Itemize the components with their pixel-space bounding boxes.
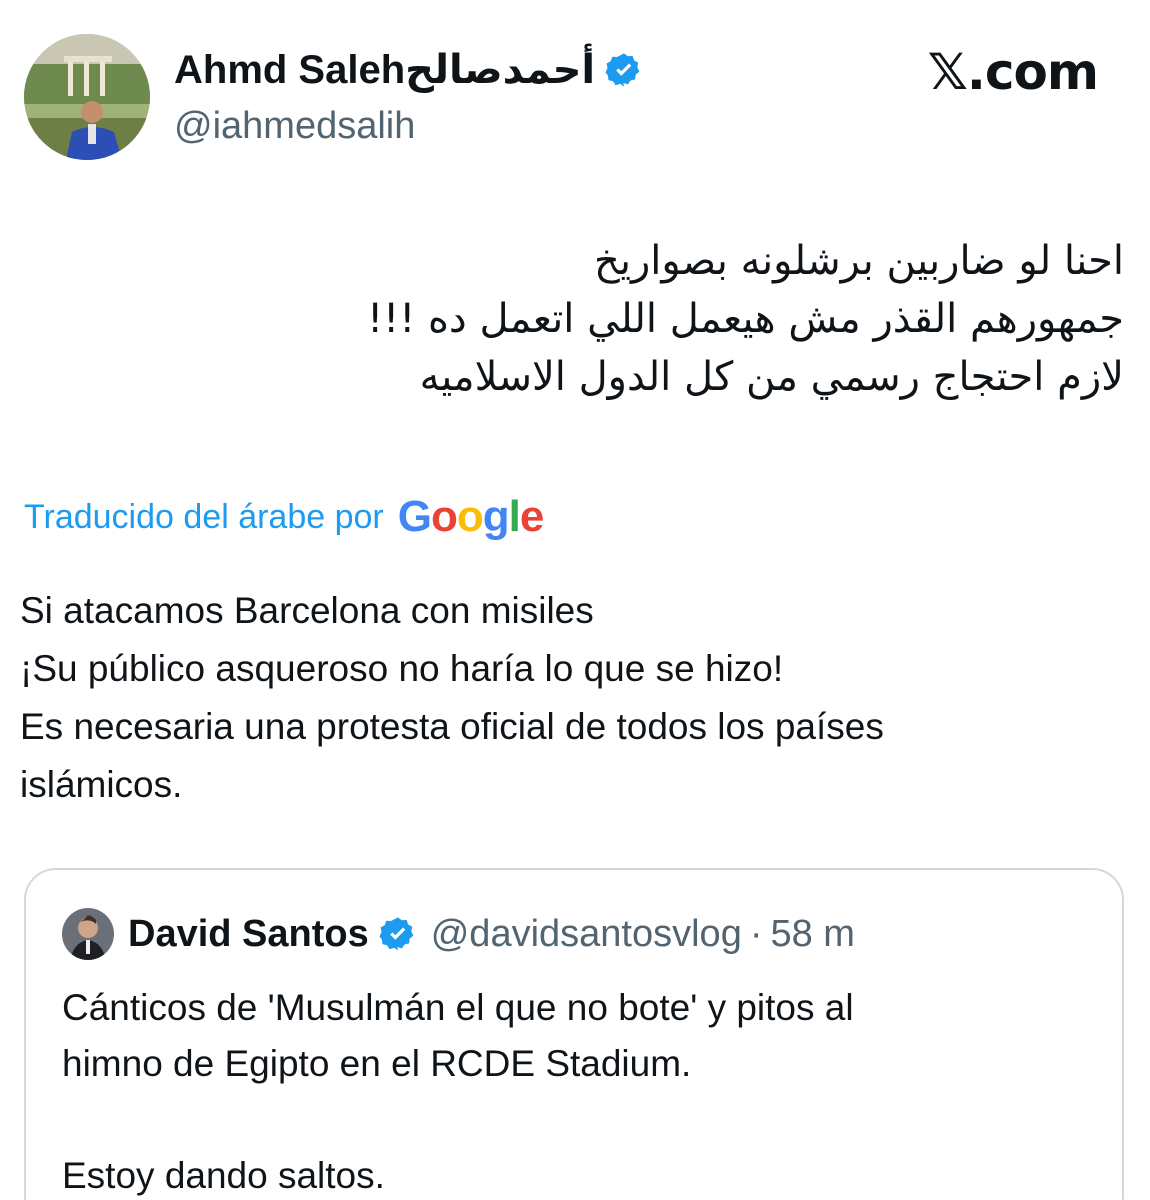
google-logo: Google <box>397 492 545 542</box>
avatar-photo <box>24 34 150 160</box>
quoted-header: David Santos @davidsantosvlog · 58 m <box>128 908 855 960</box>
google-logo-letter: G <box>397 492 432 541</box>
author-handle[interactable]: @iahmedsalih <box>174 102 415 150</box>
verified-badge-icon <box>605 53 640 87</box>
tweet-text-arabic: احنا لو ضاربين برشلونه بصواريخ جمهورهم ا… <box>24 232 1124 406</box>
quoted-tweet-card[interactable]: David Santos @davidsantosvlog · 58 m Cán… <box>24 868 1124 1200</box>
verified-badge-icon <box>379 917 414 951</box>
translation-line: Si atacamos Barcelona con misiles <box>20 590 594 631</box>
quoted-handle[interactable]: @davidsantosvlog <box>431 913 742 956</box>
quoted-timestamp[interactable]: 58 m <box>770 913 854 956</box>
translation-line: Es necesaria una protesta oficial de tod… <box>20 706 884 747</box>
author-display-name[interactable]: Ahmd Salehأحمدصالح <box>174 44 595 96</box>
google-logo-letter: g <box>482 492 510 541</box>
quoted-tweet-text: Cánticos de 'Musulmán el que no bote' y … <box>62 980 1092 1200</box>
quoted-text-line: himno de Egipto en el RCDE Stadium. <box>62 1043 692 1084</box>
arabic-line: لازم احتجاج رسمي من كل الدول الاسلاميه <box>419 354 1124 400</box>
quoted-text-line: Estoy dando saltos. <box>62 1155 385 1196</box>
arabic-line: احنا لو ضاربين برشلونه بصواريخ <box>594 238 1124 284</box>
tweet-screenshot: Ahmd Salehأحمدصالح @iahmedsalih 𝕏.com اح… <box>0 0 1150 1200</box>
author-avatar[interactable] <box>24 34 150 160</box>
translated-label: Traducido del árabe por <box>24 498 384 536</box>
google-logo-letter: o <box>456 492 484 541</box>
arabic-line: جمهورهم القذر مش هيعمل اللي اتعمل ده !!! <box>367 296 1124 342</box>
quoted-display-name[interactable]: David Santos <box>128 913 369 956</box>
quoted-author-avatar[interactable] <box>62 908 114 960</box>
quoted-avatar-photo <box>62 908 114 960</box>
translation-line: islámicos. <box>20 764 183 805</box>
separator-dot: · <box>749 912 763 955</box>
quoted-text-line: Cánticos de 'Musulmán el que no bote' y … <box>62 987 854 1028</box>
google-logo-letter: l <box>508 492 521 541</box>
google-logo-letter: e <box>519 492 545 541</box>
translated-by-link[interactable]: Traducido del árabe por Google <box>24 492 545 542</box>
google-logo-letter: o <box>430 492 458 541</box>
author-display-name-row: Ahmd Salehأحمدصالح <box>174 44 643 96</box>
quoted-text-blank-line <box>62 1092 1092 1148</box>
tweet-translation: Si atacamos Barcelona con misiles ¡Su pú… <box>20 582 1120 814</box>
translation-line: ¡Su público asqueroso no haría lo que se… <box>20 648 784 689</box>
x-com-source-label: 𝕏.com <box>927 43 1099 101</box>
